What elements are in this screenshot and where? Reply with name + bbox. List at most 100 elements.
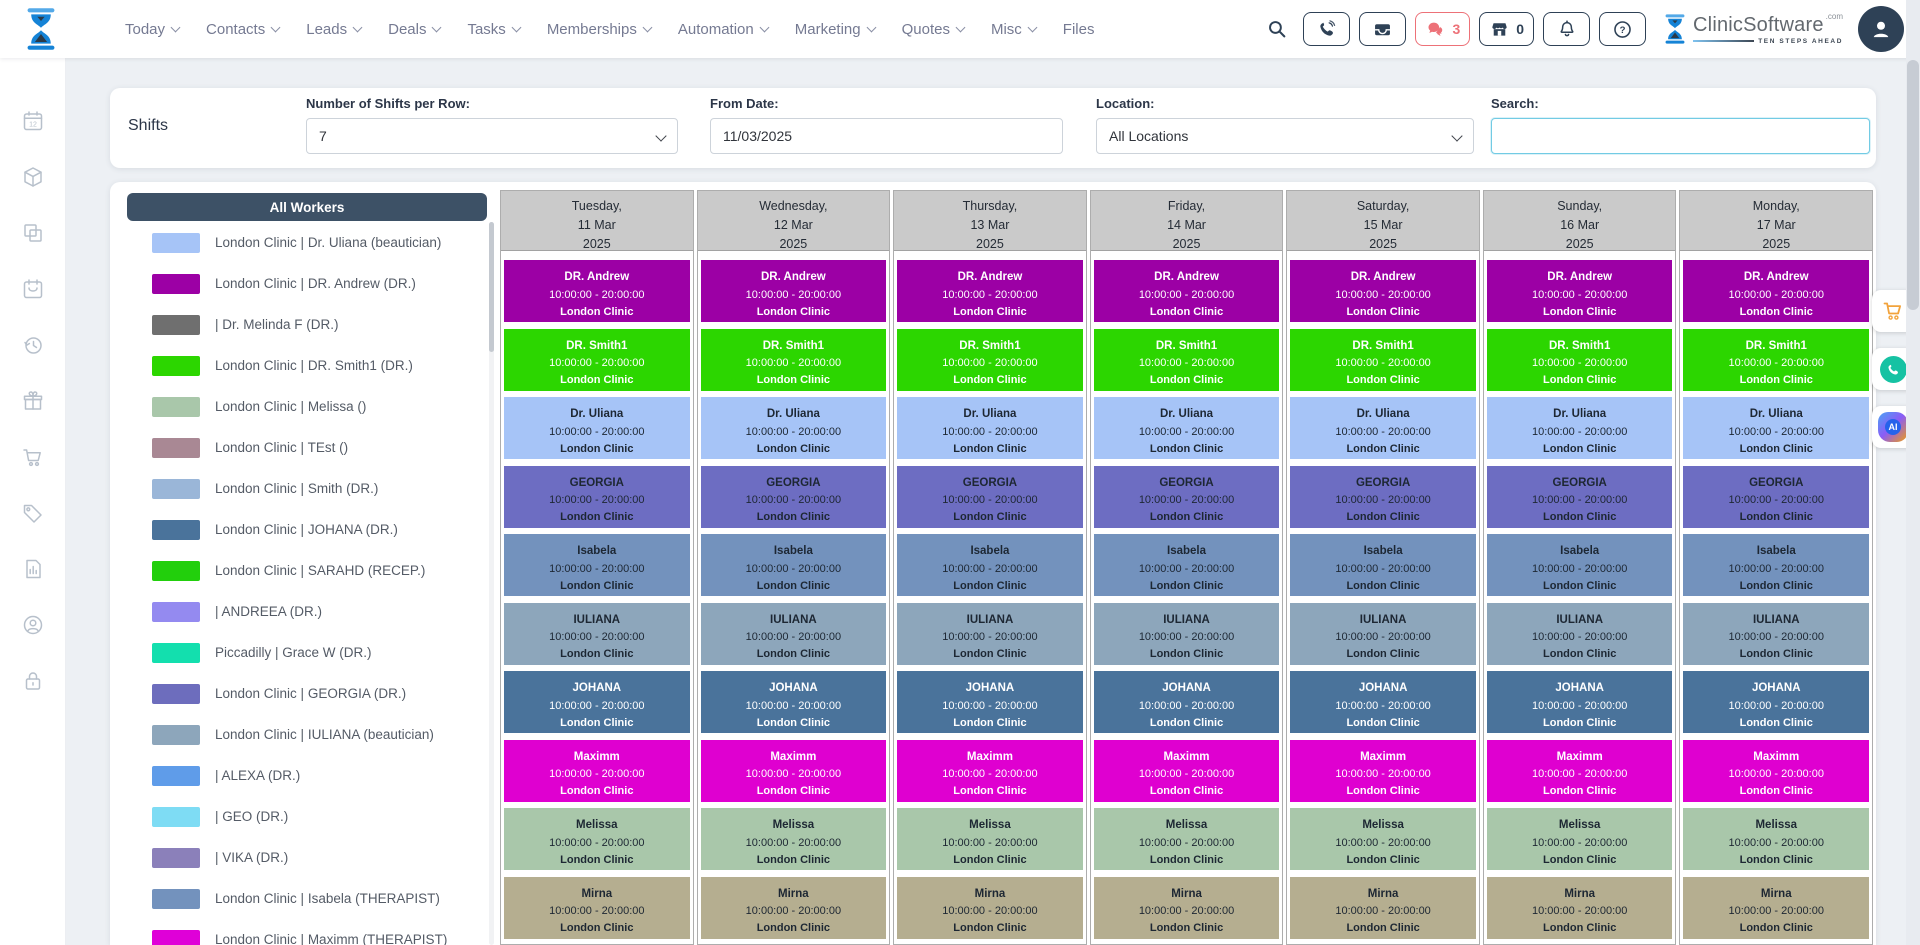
shift-card[interactable]: GEORGIA 10:00:00 - 20:00:00 London Clini… [701, 466, 887, 528]
shift-card[interactable]: DR. Smith1 10:00:00 - 20:00:00 London Cl… [1683, 329, 1869, 391]
worker-row[interactable]: London Clinic | Maximm (THERAPIST) [127, 919, 487, 945]
shift-card[interactable]: Melissa 10:00:00 - 20:00:00 London Clini… [1683, 808, 1869, 870]
shift-card[interactable]: Dr. Uliana 10:00:00 - 20:00:00 London Cl… [701, 397, 887, 459]
nav-item-memberships[interactable]: Memberships [547, 21, 651, 38]
shift-card[interactable]: IULIANA 10:00:00 - 20:00:00 London Clini… [897, 603, 1083, 665]
nav-item-marketing[interactable]: Marketing [795, 21, 875, 38]
help-button[interactable]: ? [1599, 12, 1646, 46]
shift-card[interactable]: GEORGIA 10:00:00 - 20:00:00 London Clini… [1683, 466, 1869, 528]
account-rail-button[interactable] [20, 614, 46, 640]
shifts-per-row-select[interactable]: 7 [306, 118, 678, 154]
shift-card[interactable]: Mirna 10:00:00 - 20:00:00 London Clinic [701, 877, 887, 939]
page-scrollbar-thumb[interactable] [1907, 60, 1919, 310]
nav-item-deals[interactable]: Deals [388, 21, 440, 38]
store-button[interactable]: 0 [1479, 12, 1534, 46]
shift-card[interactable]: JOHANA 10:00:00 - 20:00:00 London Clinic [504, 671, 690, 733]
shift-card[interactable]: Maximm 10:00:00 - 20:00:00 London Clinic [1094, 740, 1280, 802]
nav-item-leads[interactable]: Leads [306, 21, 361, 38]
shift-card[interactable]: DR. Smith1 10:00:00 - 20:00:00 London Cl… [1290, 329, 1476, 391]
shift-card[interactable]: Dr. Uliana 10:00:00 - 20:00:00 London Cl… [1094, 397, 1280, 459]
nav-item-automation[interactable]: Automation [678, 21, 768, 38]
shift-card[interactable]: Maximm 10:00:00 - 20:00:00 London Clinic [897, 740, 1083, 802]
shift-card[interactable]: DR. Andrew 10:00:00 - 20:00:00 London Cl… [1094, 260, 1280, 322]
shift-card[interactable]: JOHANA 10:00:00 - 20:00:00 London Clinic [1290, 671, 1476, 733]
workers-scrollbar[interactable] [489, 222, 494, 945]
shift-card[interactable]: Maximm 10:00:00 - 20:00:00 London Clinic [1290, 740, 1476, 802]
shift-card[interactable]: Isabela 10:00:00 - 20:00:00 London Clini… [1683, 534, 1869, 596]
workers-scrollbar-thumb[interactable] [489, 222, 494, 352]
shift-card[interactable]: Mirna 10:00:00 - 20:00:00 London Clinic [1487, 877, 1673, 939]
worker-row[interactable]: | ANDREEA (DR.) [127, 591, 487, 632]
worker-row[interactable]: | Dr. Melinda F (DR.) [127, 304, 487, 345]
bookings-rail-button[interactable] [20, 278, 46, 304]
history-rail-button[interactable] [20, 334, 46, 360]
worker-row[interactable]: | ALEXA (DR.) [127, 755, 487, 796]
worker-row[interactable]: London Clinic | GEORGIA (DR.) [127, 673, 487, 714]
shift-card[interactable]: Dr. Uliana 10:00:00 - 20:00:00 London Cl… [1487, 397, 1673, 459]
shift-card[interactable]: DR. Smith1 10:00:00 - 20:00:00 London Cl… [897, 329, 1083, 391]
shift-card[interactable]: JOHANA 10:00:00 - 20:00:00 London Clinic [897, 671, 1083, 733]
shift-card[interactable]: Mirna 10:00:00 - 20:00:00 London Clinic [1290, 877, 1476, 939]
nav-item-files[interactable]: Files [1063, 21, 1095, 38]
shift-card[interactable]: Maximm 10:00:00 - 20:00:00 London Clinic [1683, 740, 1869, 802]
shift-card[interactable]: Dr. Uliana 10:00:00 - 20:00:00 London Cl… [897, 397, 1083, 459]
nav-item-quotes[interactable]: Quotes [902, 21, 964, 38]
shift-card[interactable]: DR. Smith1 10:00:00 - 20:00:00 London Cl… [504, 329, 690, 391]
chat-button[interactable]: 3 [1415, 12, 1470, 46]
shift-card[interactable]: DR. Smith1 10:00:00 - 20:00:00 London Cl… [701, 329, 887, 391]
shift-card[interactable]: IULIANA 10:00:00 - 20:00:00 London Clini… [1683, 603, 1869, 665]
nav-item-misc[interactable]: Misc [991, 21, 1036, 38]
shift-card[interactable]: Melissa 10:00:00 - 20:00:00 London Clini… [701, 808, 887, 870]
inbox-button[interactable] [1359, 12, 1406, 46]
clinicsoftware-hourglass-logo[interactable] [22, 7, 60, 51]
from-date-input[interactable] [710, 118, 1063, 154]
shift-card[interactable]: Maximm 10:00:00 - 20:00:00 London Clinic [701, 740, 887, 802]
shift-card[interactable]: JOHANA 10:00:00 - 20:00:00 London Clinic [1094, 671, 1280, 733]
report-rail-button[interactable] [20, 558, 46, 584]
worker-row[interactable]: London Clinic | Dr. Uliana (beautician) [127, 222, 487, 263]
worker-row[interactable]: Piccadilly | Grace W (DR.) [127, 632, 487, 673]
shift-card[interactable]: JOHANA 10:00:00 - 20:00:00 London Clinic [1683, 671, 1869, 733]
worker-row[interactable]: | VIKA (DR.) [127, 837, 487, 878]
shift-card[interactable]: Melissa 10:00:00 - 20:00:00 London Clini… [897, 808, 1083, 870]
shift-card[interactable]: DR. Andrew 10:00:00 - 20:00:00 London Cl… [1487, 260, 1673, 322]
shift-card[interactable]: Mirna 10:00:00 - 20:00:00 London Clinic [504, 877, 690, 939]
worker-row[interactable]: London Clinic | SARAHD (RECEP.) [127, 550, 487, 591]
page-scrollbar[interactable] [1906, 0, 1920, 945]
shift-card[interactable]: GEORGIA 10:00:00 - 20:00:00 London Clini… [897, 466, 1083, 528]
shift-card[interactable]: Isabela 10:00:00 - 20:00:00 London Clini… [701, 534, 887, 596]
shift-card[interactable]: DR. Andrew 10:00:00 - 20:00:00 London Cl… [701, 260, 887, 322]
worker-row[interactable]: London Clinic | Smith (DR.) [127, 468, 487, 509]
package-rail-button[interactable] [20, 166, 46, 192]
shift-card[interactable]: GEORGIA 10:00:00 - 20:00:00 London Clini… [504, 466, 690, 528]
location-select[interactable]: All Locations [1096, 118, 1474, 154]
user-avatar[interactable] [1858, 6, 1904, 52]
shift-card[interactable]: Isabela 10:00:00 - 20:00:00 London Clini… [1487, 534, 1673, 596]
shift-card[interactable]: Melissa 10:00:00 - 20:00:00 London Clini… [504, 808, 690, 870]
cart-rail-button[interactable] [20, 446, 46, 472]
shift-card[interactable]: Isabela 10:00:00 - 20:00:00 London Clini… [504, 534, 690, 596]
shift-card[interactable]: Dr. Uliana 10:00:00 - 20:00:00 London Cl… [1683, 397, 1869, 459]
gift-rail-button[interactable] [20, 390, 46, 416]
worker-row[interactable]: London Clinic | DR. Smith1 (DR.) [127, 345, 487, 386]
shift-card[interactable]: Melissa 10:00:00 - 20:00:00 London Clini… [1487, 808, 1673, 870]
shift-card[interactable]: Maximm 10:00:00 - 20:00:00 London Clinic [1487, 740, 1673, 802]
shift-card[interactable]: Melissa 10:00:00 - 20:00:00 London Clini… [1290, 808, 1476, 870]
worker-row[interactable]: London Clinic | TEst () [127, 427, 487, 468]
shift-card[interactable]: Isabela 10:00:00 - 20:00:00 London Clini… [897, 534, 1083, 596]
shift-card[interactable]: JOHANA 10:00:00 - 20:00:00 London Clinic [701, 671, 887, 733]
worker-row[interactable]: London Clinic | JOHANA (DR.) [127, 509, 487, 550]
shift-card[interactable]: DR. Andrew 10:00:00 - 20:00:00 London Cl… [504, 260, 690, 322]
tags-rail-button[interactable] [20, 502, 46, 528]
lock-rail-button[interactable] [20, 670, 46, 696]
nav-item-today[interactable]: Today [125, 21, 179, 38]
shift-card[interactable]: Dr. Uliana 10:00:00 - 20:00:00 London Cl… [504, 397, 690, 459]
shift-card[interactable]: Isabela 10:00:00 - 20:00:00 London Clini… [1290, 534, 1476, 596]
shift-card[interactable]: DR. Andrew 10:00:00 - 20:00:00 London Cl… [1683, 260, 1869, 322]
shift-card[interactable]: JOHANA 10:00:00 - 20:00:00 London Clinic [1487, 671, 1673, 733]
shift-card[interactable]: IULIANA 10:00:00 - 20:00:00 London Clini… [701, 603, 887, 665]
notifications-button[interactable] [1543, 12, 1590, 46]
shift-card[interactable]: GEORGIA 10:00:00 - 20:00:00 London Clini… [1487, 466, 1673, 528]
shift-card[interactable]: IULIANA 10:00:00 - 20:00:00 London Clini… [1487, 603, 1673, 665]
shift-card[interactable]: DR. Smith1 10:00:00 - 20:00:00 London Cl… [1487, 329, 1673, 391]
